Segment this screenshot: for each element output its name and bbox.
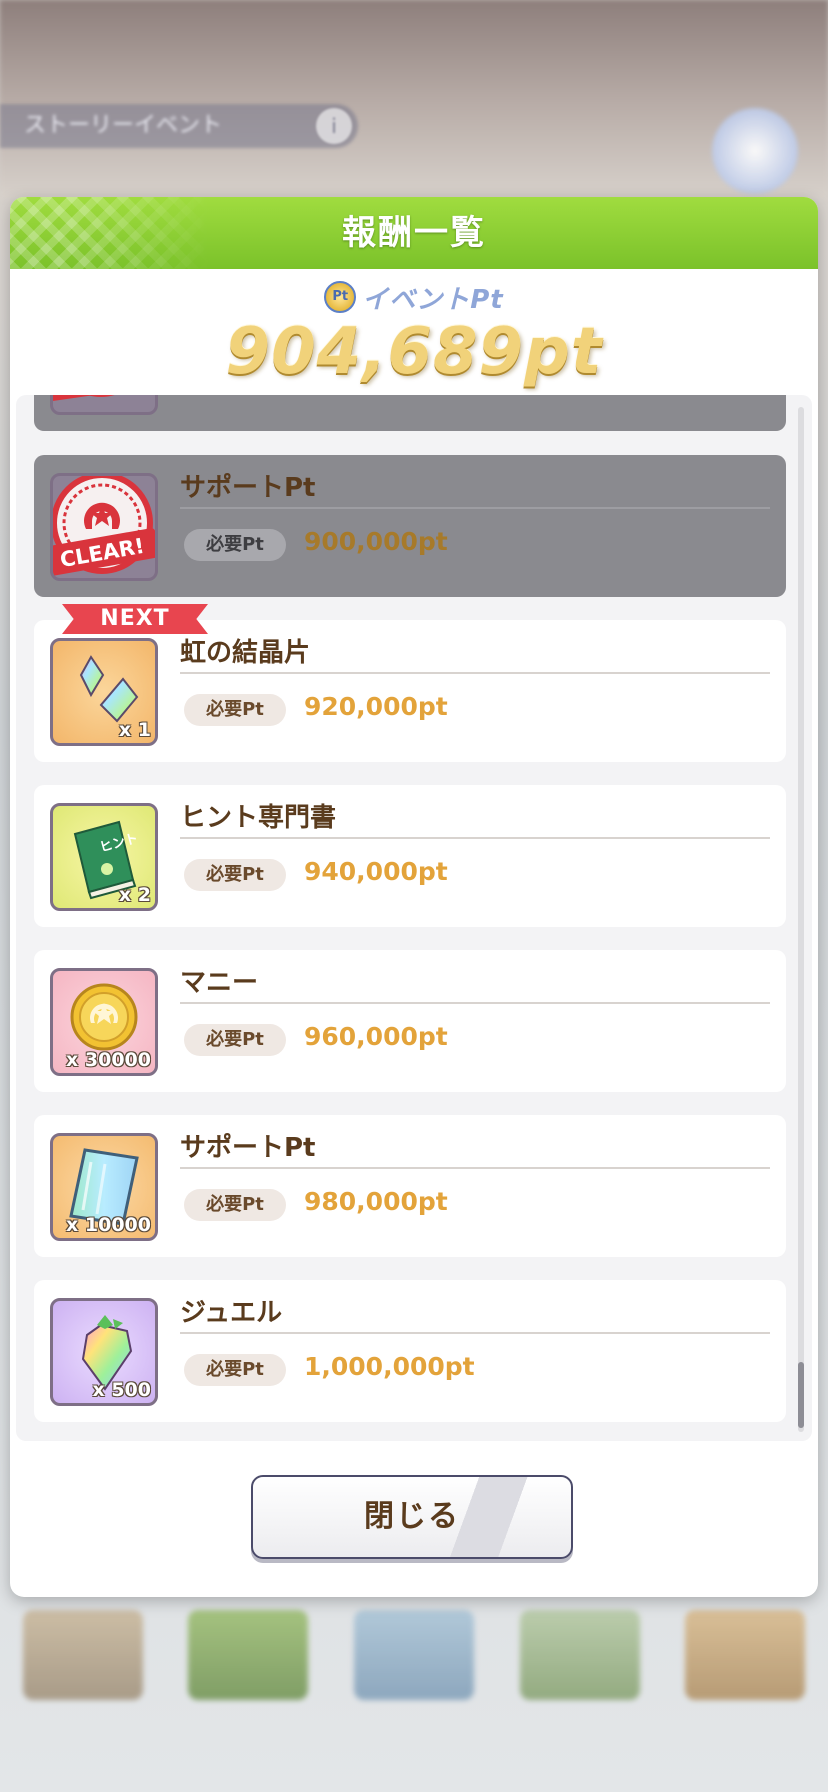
divider — [180, 1332, 770, 1334]
background-ceiling — [0, 0, 828, 200]
reward-item-money: x 30000 マニー 必要Pt 960,000pt — [34, 950, 786, 1092]
required-pt-badge: 必要Pt — [184, 1189, 286, 1221]
reward-list[interactable]: CLEAR! CLEAR! サポートPt 必要Pt 900,000pt NEXT… — [16, 395, 812, 1441]
reward-thumb: ヒント x 2 — [50, 803, 158, 911]
required-pt-badge: 必要Pt — [184, 859, 286, 891]
bg-tile — [22, 1610, 143, 1700]
reward-item: CLEAR! — [34, 395, 786, 431]
reward-name: ジュエル — [180, 1298, 283, 1328]
story-event-banner: ストーリーイベント — [0, 104, 358, 148]
modal-title: 報酬一覧 — [342, 213, 486, 253]
reward-quantity: x 500 — [92, 1379, 151, 1401]
reward-item-support-pt-cleared: CLEAR! サポートPt 必要Pt 900,000pt — [34, 455, 786, 597]
divider — [180, 837, 770, 839]
bg-tile — [685, 1610, 806, 1700]
reward-thumb: x 30000 — [50, 968, 158, 1076]
required-pt-value: 1,000,000pt — [304, 1352, 475, 1381]
reward-quantity: x 1 — [118, 719, 151, 741]
event-pt-label-row: Pt イベントPt — [10, 279, 818, 315]
reward-name: 虹の結晶片 — [180, 638, 311, 668]
info-icon: i — [316, 108, 352, 144]
scrollbar-thumb[interactable] — [798, 1362, 804, 1428]
clear-stamp-icon: CLEAR! — [53, 395, 155, 401]
reward-quantity: x 30000 — [66, 1049, 151, 1071]
reward-thumb: CLEAR! — [50, 395, 158, 415]
reward-thumb: x 500 — [50, 1298, 158, 1406]
required-pt-value: 900,000pt — [304, 527, 448, 556]
reward-item-support-pt: x 10000 サポートPt 必要Pt 980,000pt — [34, 1115, 786, 1257]
bg-tile — [353, 1610, 474, 1700]
required-pt-value: 940,000pt — [304, 857, 448, 886]
required-pt-value: 920,000pt — [304, 692, 448, 721]
divider — [180, 1167, 770, 1169]
reward-quantity: x 10000 — [66, 1214, 151, 1236]
reward-item-rainbow-crystal: NEXT x 1 虹の結晶片 必要Pt 920,000pt — [34, 604, 786, 762]
divider — [180, 1002, 770, 1004]
divider — [180, 507, 770, 509]
close-button-label: 閉じる — [364, 1499, 460, 1534]
required-pt-badge: 必要Pt — [184, 529, 286, 561]
next-tag: NEXT — [62, 604, 208, 634]
reward-item-hint-book: ヒント x 2 ヒント専門書 必要Pt 940,000pt — [34, 785, 786, 927]
background-menu-tiles — [0, 1600, 828, 1710]
reward-name: ヒント専門書 — [180, 803, 337, 833]
required-pt-badge: 必要Pt — [184, 694, 286, 726]
divider — [180, 672, 770, 674]
event-pt-value: 904,689pt — [225, 315, 603, 389]
clear-stamp-icon: CLEAR! — [53, 476, 155, 576]
reward-name: マニー — [180, 968, 259, 998]
list-scrollbar[interactable] — [798, 407, 804, 1432]
required-pt-badge: 必要Pt — [184, 1354, 286, 1386]
reward-item-jewel: x 500 ジュエル 必要Pt 1,000,000pt — [34, 1280, 786, 1422]
reward-quantity: x 2 — [118, 884, 151, 906]
reward-thumb: x 1 — [50, 638, 158, 746]
reward-name: サポートPt — [180, 473, 316, 503]
bg-tile — [188, 1610, 309, 1700]
pt-coin-icon: Pt — [324, 281, 357, 313]
required-pt-value: 960,000pt — [304, 1022, 448, 1051]
reward-thumb: CLEAR! — [50, 473, 158, 581]
event-pt-label: イベントPt — [362, 284, 504, 315]
reward-thumb: x 10000 — [50, 1133, 158, 1241]
event-badge-icon — [712, 108, 798, 194]
reward-name: サポートPt — [180, 1133, 316, 1163]
reward-list-modal: 報酬一覧 Pt イベントPt 904,689pt CLEAR! CLEAR! サ… — [10, 197, 818, 1597]
bg-tile — [519, 1610, 640, 1700]
modal-header: 報酬一覧 — [10, 197, 818, 269]
required-pt-value: 980,000pt — [304, 1187, 448, 1216]
required-pt-badge: 必要Pt — [184, 1024, 286, 1056]
close-button[interactable]: 閉じる — [251, 1475, 573, 1559]
